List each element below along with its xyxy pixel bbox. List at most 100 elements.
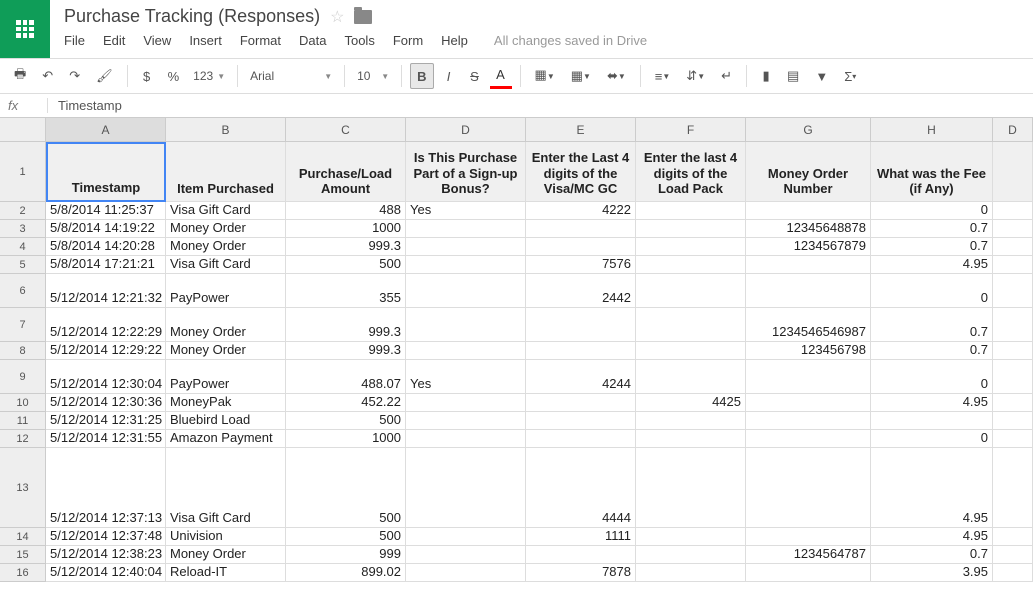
insert-comment-icon[interactable]: ▤ [781, 63, 805, 89]
cell[interactable]: 5/8/2014 14:19:22 [46, 220, 166, 238]
cell[interactable] [746, 256, 871, 274]
currency-button[interactable]: $ [136, 63, 158, 89]
cell[interactable]: 899.02 [286, 564, 406, 582]
cell[interactable] [993, 430, 1033, 448]
formula-value[interactable]: Timestamp [48, 98, 122, 113]
row-header[interactable]: 9 [0, 360, 46, 394]
row-header[interactable]: 15 [0, 546, 46, 564]
cell[interactable]: What was the Fee (if Any) [871, 142, 993, 202]
cell[interactable]: 3.95 [871, 564, 993, 582]
cell[interactable] [993, 238, 1033, 256]
star-icon[interactable]: ☆ [330, 7, 344, 27]
cell[interactable]: 4222 [526, 202, 636, 220]
cell[interactable] [993, 564, 1033, 582]
print-icon[interactable]: 🖶 [8, 63, 32, 89]
cell[interactable] [636, 342, 746, 360]
cell[interactable]: 5/12/2014 12:29:22 [46, 342, 166, 360]
cell[interactable]: 2442 [526, 274, 636, 308]
menu-insert[interactable]: Insert [189, 33, 222, 48]
cell[interactable] [746, 528, 871, 546]
cell[interactable] [746, 360, 871, 394]
cell[interactable]: 1234567879 [746, 238, 871, 256]
cell[interactable]: 1234546546987 [746, 308, 871, 342]
font-select[interactable]: Arial▼ [246, 67, 336, 85]
menu-data[interactable]: Data [299, 33, 326, 48]
cell[interactable]: PayPower [166, 274, 286, 308]
text-color-button[interactable]: A [490, 63, 512, 89]
cell[interactable] [406, 448, 526, 528]
cell[interactable]: 7576 [526, 256, 636, 274]
cell[interactable]: Visa Gift Card [166, 202, 286, 220]
percent-button[interactable]: % [162, 63, 186, 89]
cell[interactable] [746, 202, 871, 220]
cell[interactable]: 999.3 [286, 238, 406, 256]
cell[interactable]: 4244 [526, 360, 636, 394]
cell[interactable] [871, 412, 993, 430]
row-header[interactable]: 4 [0, 238, 46, 256]
cell[interactable]: Visa Gift Card [166, 448, 286, 528]
cell[interactable] [406, 412, 526, 430]
cell[interactable]: 0.7 [871, 220, 993, 238]
cell[interactable] [406, 308, 526, 342]
cell[interactable] [993, 220, 1033, 238]
cell[interactable]: Money Order [166, 546, 286, 564]
cell[interactable]: 1111 [526, 528, 636, 546]
number-format-select[interactable]: 123▼ [189, 67, 229, 85]
valign-icon[interactable]: ⇵▼ [680, 63, 711, 89]
cell[interactable]: MoneyPak [166, 394, 286, 412]
cell[interactable] [636, 220, 746, 238]
cell[interactable]: Money Order [166, 238, 286, 256]
row-header[interactable]: 7 [0, 308, 46, 342]
cell[interactable]: Timestamp [46, 142, 166, 202]
cell[interactable] [993, 528, 1033, 546]
cell[interactable] [636, 564, 746, 582]
cell[interactable]: Yes [406, 360, 526, 394]
sheets-logo[interactable] [0, 0, 50, 58]
cell[interactable]: 5/12/2014 12:37:13 [46, 448, 166, 528]
cell[interactable] [636, 528, 746, 546]
cell[interactable]: 4.95 [871, 528, 993, 546]
cell[interactable]: 1000 [286, 430, 406, 448]
cell[interactable] [636, 202, 746, 220]
menu-form[interactable]: Form [393, 33, 423, 48]
cell[interactable]: 0.7 [871, 238, 993, 256]
cell[interactable]: 4444 [526, 448, 636, 528]
cell[interactable]: Bluebird Load [166, 412, 286, 430]
menu-view[interactable]: View [143, 33, 171, 48]
cell[interactable]: Is This Purchase Part of a Sign-up Bonus… [406, 142, 526, 202]
cell[interactable] [746, 394, 871, 412]
cell[interactable]: 5/12/2014 12:31:25 [46, 412, 166, 430]
cell[interactable] [993, 142, 1033, 202]
cell[interactable]: 488 [286, 202, 406, 220]
cell[interactable]: 5/12/2014 12:21:32 [46, 274, 166, 308]
row-header[interactable]: 1 [0, 142, 46, 202]
cell[interactable]: 5/12/2014 12:38:23 [46, 546, 166, 564]
cell[interactable]: 0 [871, 360, 993, 394]
menu-tools[interactable]: Tools [344, 33, 374, 48]
folder-icon[interactable] [354, 10, 372, 24]
cell[interactable] [406, 528, 526, 546]
col-header-i[interactable]: D [993, 118, 1033, 142]
cell[interactable] [993, 546, 1033, 564]
row-header[interactable]: 8 [0, 342, 46, 360]
row-header[interactable]: 10 [0, 394, 46, 412]
wrap-icon[interactable]: ↵ [715, 63, 738, 89]
cell[interactable] [636, 448, 746, 528]
col-header-b[interactable]: B [166, 118, 286, 142]
cell[interactable]: 0 [871, 274, 993, 308]
cell[interactable]: 999.3 [286, 308, 406, 342]
col-header-a[interactable]: A [46, 118, 166, 142]
cell[interactable] [636, 412, 746, 430]
cell[interactable] [993, 412, 1033, 430]
cell[interactable]: Enter the last 4 digits of the Load Pack [636, 142, 746, 202]
cell[interactable]: 999 [286, 546, 406, 564]
select-all-corner[interactable] [0, 118, 46, 142]
cell[interactable] [746, 430, 871, 448]
row-header[interactable]: 3 [0, 220, 46, 238]
spreadsheet-grid[interactable]: A B C D E F G H D 1TimestampItem Purchas… [0, 118, 1033, 582]
cell[interactable] [406, 256, 526, 274]
cell[interactable] [746, 448, 871, 528]
cell[interactable]: 0.7 [871, 308, 993, 342]
italic-button[interactable]: I [438, 63, 460, 89]
cell[interactable]: 4.95 [871, 394, 993, 412]
